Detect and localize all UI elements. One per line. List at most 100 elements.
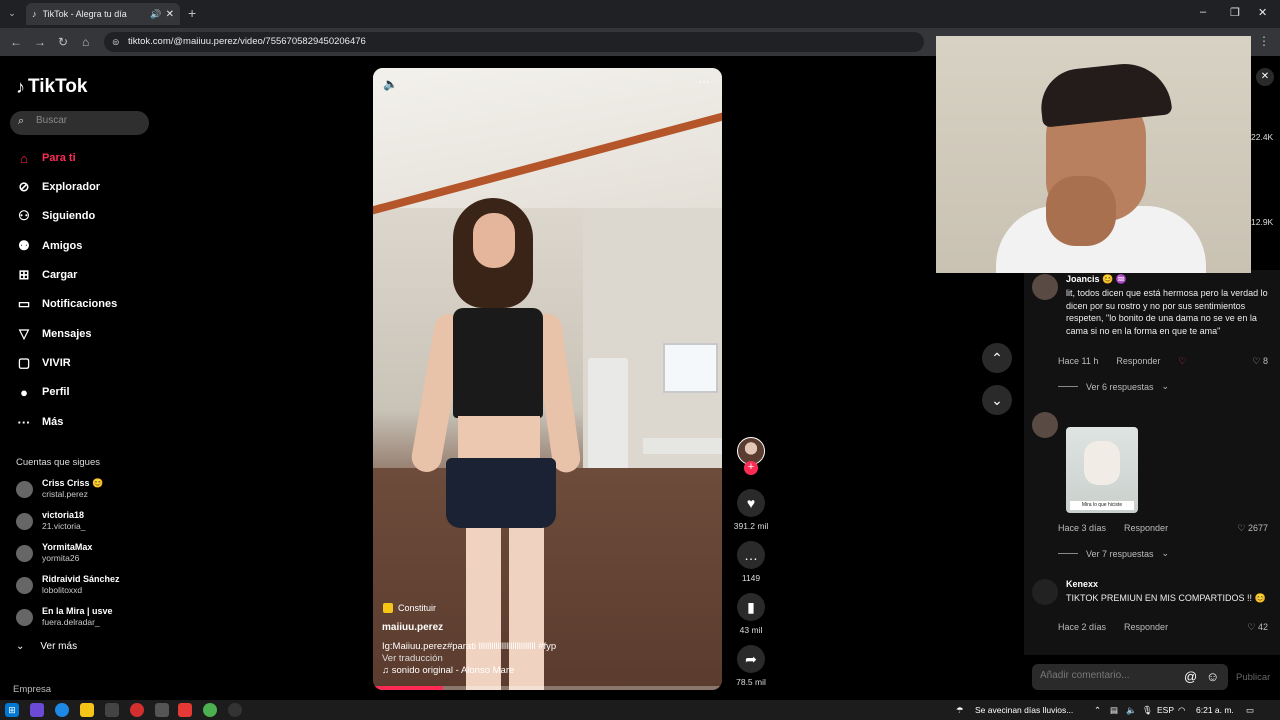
video-author[interactable]: maiiuu.perez — [382, 622, 443, 633]
nav-notificaciones[interactable]: ▭ Notificaciones — [16, 294, 117, 314]
comments-panel: Joancis 😊 ♒ lit, todos dicen que está he… — [1024, 270, 1280, 655]
see-more-button[interactable]: ⌄ Ver más — [16, 641, 77, 652]
input-language[interactable]: ESP — [1157, 705, 1174, 715]
nav-label: Siguiendo — [42, 210, 96, 222]
more-options-icon[interactable]: ··· — [698, 74, 710, 88]
home-icon[interactable]: ⌂ — [82, 35, 89, 49]
reload-icon[interactable]: ↻ — [58, 35, 68, 49]
account-name: Criss Criss 😊 — [42, 478, 104, 488]
nav-amigos[interactable]: ⚉ Amigos — [16, 236, 82, 256]
comment-user[interactable]: Kenexx — [1066, 579, 1098, 589]
share-button[interactable]: ➦ 78.5 mil — [733, 645, 769, 687]
browser-menu-icon[interactable]: ⋮ — [1258, 34, 1270, 48]
tab-close-icon[interactable]: ✕ — [166, 9, 174, 20]
new-tab-button[interactable]: + — [188, 5, 196, 21]
back-icon[interactable]: ← — [10, 35, 22, 49]
forward-icon[interactable]: → — [34, 35, 46, 49]
comment-input-box[interactable]: @ ☺ — [1032, 664, 1228, 690]
save-button[interactable]: ▮ 43 mil — [733, 593, 769, 635]
reply-button[interactable]: Responder — [1124, 622, 1168, 632]
reply-button[interactable]: Responder — [1116, 356, 1160, 367]
maximize-icon[interactable]: ❐ — [1230, 6, 1240, 19]
microphone-icon[interactable]: 🎙 — [1142, 705, 1153, 716]
follow-plus-icon[interactable]: + — [744, 461, 758, 475]
account-name: En la Mira | usve — [42, 606, 113, 616]
chrome-icon[interactable] — [203, 703, 217, 717]
nav-mensajes[interactable]: ▽ Mensajes — [16, 324, 92, 344]
address-bar[interactable]: ⊜ tiktok.com/@maiiuu.perez/video/7556705… — [104, 32, 924, 52]
tray-chevron-icon[interactable]: ⌃ — [1094, 705, 1101, 716]
followed-account[interactable]: YormitaMax yormita26 — [16, 542, 92, 564]
minimize-icon[interactable]: – — [1200, 6, 1206, 18]
music-link[interactable]: ♫ sonido original - Alonso Mare — [382, 665, 514, 676]
view-replies-button[interactable]: Ver 6 respuestas ⌄ — [1058, 381, 1169, 392]
nav-mas[interactable]: ··· Más — [16, 412, 64, 432]
weather-widget[interactable]: Se avecinan días lluvios... — [975, 705, 1073, 715]
file-explorer-icon[interactable] — [80, 703, 94, 717]
comment-user[interactable]: Joancis 😊 ♒ — [1066, 274, 1127, 285]
comment-button[interactable]: … 1149 — [733, 541, 769, 583]
comment-like-button[interactable]: ♡ 8 — [1252, 356, 1268, 367]
video-player[interactable]: 🔈 ··· Constituir maiiuu.perez Ig:Maiiuu.… — [373, 68, 722, 690]
account-handle: lobolitoxxd — [42, 585, 83, 595]
view-replies-button[interactable]: Ver 7 respuestas ⌄ — [1058, 548, 1169, 559]
contribute-label[interactable]: Constituir — [383, 603, 436, 613]
edge-icon[interactable] — [55, 703, 69, 717]
reply-button[interactable]: Responder — [1124, 523, 1168, 533]
nav-para-ti[interactable]: ⌂ Para ti — [16, 148, 76, 168]
close-icon[interactable]: ✕ — [1256, 68, 1274, 86]
tiktok-logo[interactable]: ♪ TikTok — [16, 76, 87, 98]
comment-sticker-image[interactable]: Mira lo que hiciste — [1066, 427, 1138, 513]
site-info-icon[interactable]: ⊜ — [112, 32, 120, 52]
mention-icon[interactable]: @ — [1184, 669, 1197, 684]
avatar[interactable] — [1032, 274, 1058, 300]
volume-icon[interactable]: 🔈 — [383, 77, 398, 91]
clock[interactable]: 6:21 a. m. — [1196, 705, 1234, 715]
footer-empresa-link[interactable]: Empresa — [13, 684, 51, 695]
store-icon[interactable] — [105, 703, 119, 717]
search-icon[interactable]: ⌕ — [18, 115, 24, 128]
notifications-icon[interactable]: ▭ — [1246, 705, 1254, 716]
close-window-icon[interactable]: ✕ — [1258, 6, 1267, 19]
comment-input[interactable] — [1040, 670, 1180, 681]
nav-vivir[interactable]: ▢ VIVIR — [16, 353, 71, 373]
network-icon[interactable]: ▤ — [1110, 705, 1118, 716]
nav-siguiendo[interactable]: ⚇ Siguiendo — [16, 206, 95, 226]
next-video-button[interactable]: ⌄ — [982, 385, 1012, 415]
tiktok-note-icon: ♪ — [16, 76, 25, 97]
followed-account[interactable]: Ridraivid Sánchez lobolitoxxd — [16, 574, 120, 596]
youtube-icon[interactable] — [178, 703, 192, 717]
previous-video-button[interactable]: ⌃ — [982, 343, 1012, 373]
followed-account[interactable]: Criss Criss 😊 cristal.perez — [16, 478, 103, 500]
app-icon[interactable] — [30, 703, 44, 717]
followed-account[interactable]: En la Mira | usve fuera.delradar_ — [16, 606, 113, 628]
avatar[interactable] — [1032, 579, 1058, 605]
nav-perfil[interactable]: ● Perfil — [16, 382, 69, 402]
search-input[interactable] — [36, 115, 146, 126]
home-icon: ⌂ — [20, 150, 28, 166]
publish-button[interactable]: Publicar — [1236, 672, 1270, 683]
comment-like-button[interactable]: ♡ 42 — [1247, 622, 1268, 633]
wifi-icon[interactable]: ◠ — [1178, 705, 1185, 716]
tab-list-button[interactable]: ⌄ — [4, 5, 20, 21]
nav-explorador[interactable]: ⊘ Explorador — [16, 177, 101, 197]
avatar[interactable] — [1032, 412, 1058, 438]
opera-icon[interactable] — [130, 703, 144, 717]
comment-like-button[interactable]: ♡ 2677 — [1237, 523, 1268, 534]
audio-playing-icon[interactable]: 🔊 — [150, 9, 161, 20]
mail-icon[interactable] — [155, 703, 169, 717]
nav-cargar[interactable]: ⊞ Cargar — [16, 265, 78, 285]
followed-account[interactable]: victoria18 21.victoria_ — [16, 510, 85, 532]
emoji-icon[interactable]: ☺ — [1206, 669, 1219, 684]
volume-tray-icon[interactable]: 🔈 — [1126, 705, 1137, 716]
translate-link[interactable]: Ver traducción — [382, 653, 443, 664]
start-icon[interactable]: ⊞ — [5, 703, 19, 717]
browser-tab[interactable]: ♪ TikTok - Alegra tu día 🔊 ✕ — [26, 3, 180, 25]
like-button[interactable]: ♥ 391.2 mil — [733, 489, 769, 531]
obs-icon[interactable] — [228, 703, 242, 717]
comment-text: lit, todos dicen que está hermosa pero l… — [1066, 288, 1268, 336]
music-note-icon: ♫ — [382, 665, 392, 676]
search-bar[interactable]: ⌕ — [10, 111, 149, 135]
weather-icon[interactable]: ☂ — [956, 705, 964, 716]
video-progress-bar[interactable] — [373, 686, 722, 690]
